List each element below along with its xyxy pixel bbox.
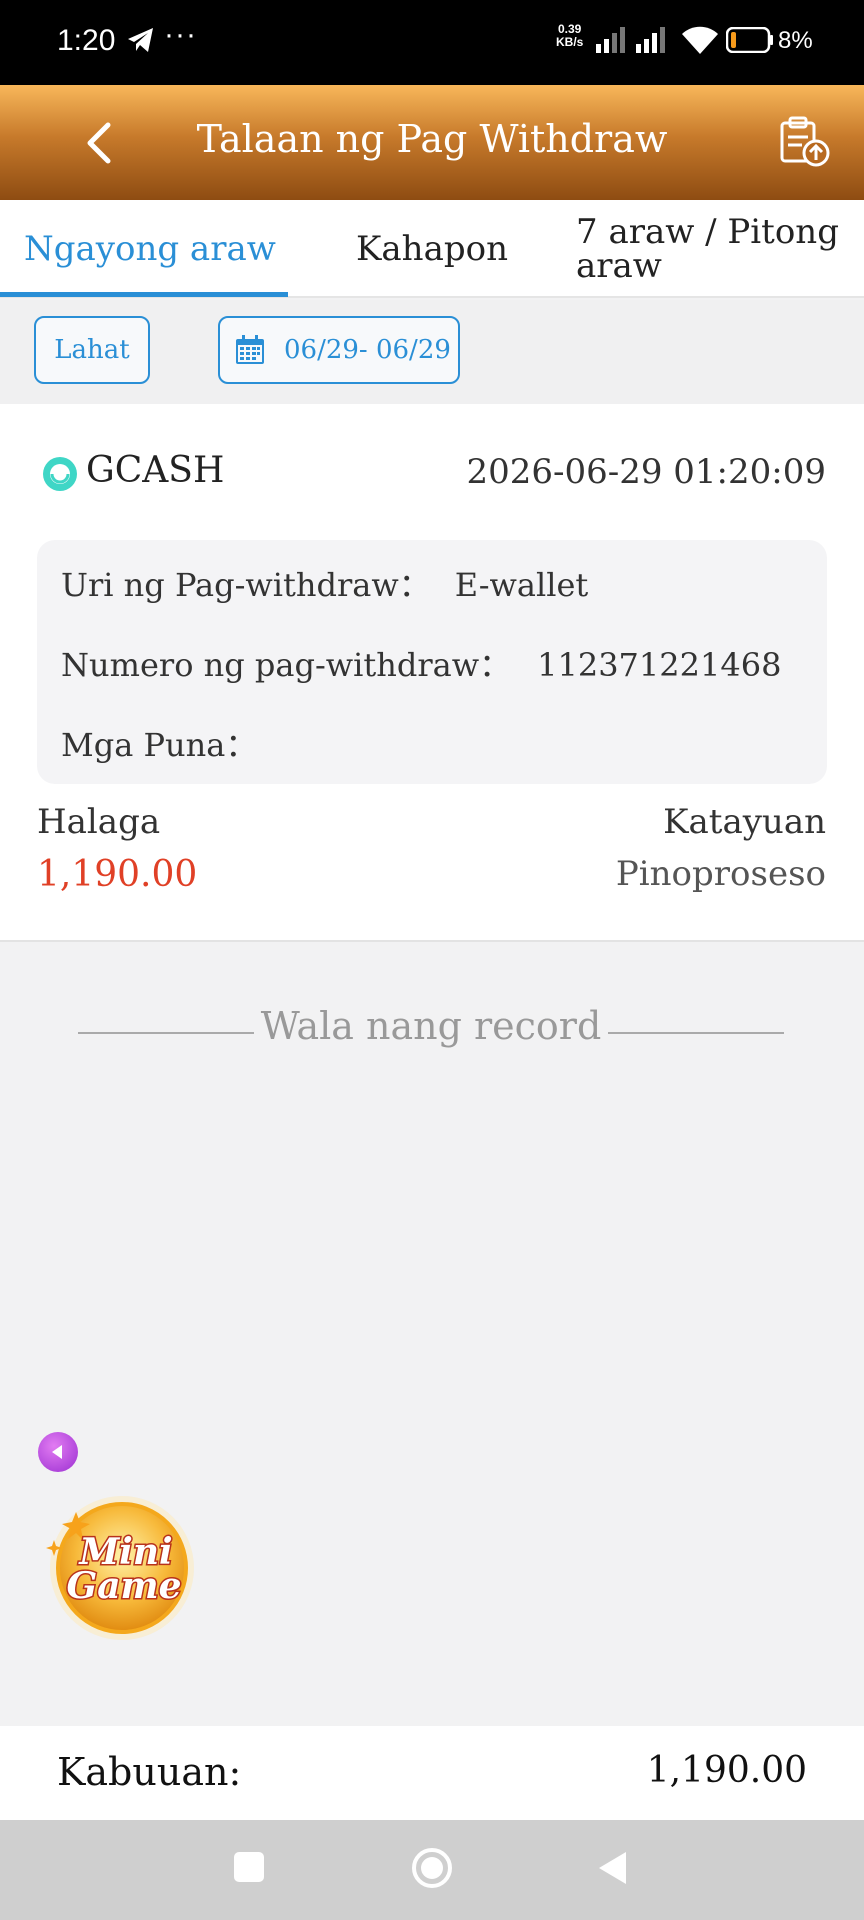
remarks-label: Mga Puna：: [61, 726, 258, 764]
clipboard-upload-icon[interactable]: [778, 115, 830, 167]
play-left-icon: [52, 1445, 62, 1459]
telegram-icon: [128, 28, 153, 52]
divider-line: [78, 1032, 254, 1034]
withdraw-number-row: Numero ng pag-withdraw： 112371221468: [61, 640, 781, 686]
date-range-label: 06/29- 06/29: [284, 335, 451, 365]
status-time: 1:20: [57, 24, 116, 57]
network-speed: 0.39 KB/s: [556, 23, 583, 49]
page-title: Talaan ng Pag Withdraw: [196, 117, 668, 161]
withdraw-record-card[interactable]: GCASH 2026-06-29 01:20:09 Uri ng Pag-wit…: [0, 404, 864, 942]
minigame-button[interactable]: Mini Game: [40, 1486, 200, 1646]
minigame-line2: Game: [66, 1565, 181, 1607]
divider-line: [608, 1032, 784, 1034]
withdraw-number-value: 112371221468: [537, 646, 782, 684]
total-bar: Kabuuan: 1,190.00: [0, 1726, 864, 1820]
date-tabs: Ngayong araw Kahapon 7 araw / Pitong ara…: [0, 200, 864, 298]
wifi-icon: [682, 26, 718, 54]
more-notifications-icon: ···: [164, 18, 197, 51]
amount-value: 1,190.00: [37, 854, 198, 895]
calendar-icon: [236, 335, 264, 364]
total-value: 1,190.00: [646, 1750, 807, 1791]
payment-method: GCASH: [86, 450, 225, 491]
tab-yesterday[interactable]: Kahapon: [356, 200, 508, 298]
total-label: Kabuuan:: [57, 1750, 242, 1794]
battery-percent: 8%: [778, 27, 813, 54]
withdraw-type-label: Uri ng Pag-withdraw：: [61, 566, 431, 604]
date-range-button[interactable]: 06/29- 06/29: [218, 316, 460, 384]
amount-label: Halaga: [37, 802, 161, 842]
active-tab-indicator: [0, 292, 288, 297]
recents-square-icon[interactable]: [232, 1850, 266, 1884]
app-header: Talaan ng Pag Withdraw: [0, 85, 864, 200]
no-more-records: Wala nang record: [0, 1004, 864, 1060]
remarks-row: Mga Puna：: [61, 720, 257, 766]
no-more-records-text: Wala nang record: [260, 1004, 602, 1048]
filter-all-button[interactable]: Lahat: [34, 316, 150, 384]
tab-today[interactable]: Ngayong araw: [24, 200, 276, 298]
system-nav-bar: [0, 1820, 864, 1920]
signal-icon: [636, 27, 665, 53]
back-triangle-icon[interactable]: [596, 1850, 630, 1886]
network-speed-unit: KB/s: [556, 35, 584, 49]
withdraw-type-value: E-wallet: [454, 566, 589, 604]
gcash-icon: [43, 457, 77, 491]
battery-icon: [726, 27, 773, 53]
home-circle-icon[interactable]: [410, 1846, 454, 1890]
tab-seven-days[interactable]: 7 araw / Pitong araw: [576, 200, 846, 298]
status-label: Katayuan: [663, 802, 826, 842]
withdraw-number-label: Numero ng pag-withdraw：: [61, 646, 512, 684]
record-datetime: 2026-06-29 01:20:09: [466, 452, 826, 492]
filter-bar: Lahat 06/29- 06/29: [0, 300, 864, 404]
collapse-float-button[interactable]: [38, 1432, 78, 1472]
record-details: Uri ng Pag-withdraw： E-wallet Numero ng p…: [37, 540, 827, 784]
status-bar: 1:20 ··· 0.39 KB/s 8%: [0, 0, 864, 85]
withdraw-type-row: Uri ng Pag-withdraw： E-wallet: [61, 560, 588, 606]
signal-icon: [596, 27, 625, 53]
status-value: Pinoproseso: [615, 854, 826, 894]
